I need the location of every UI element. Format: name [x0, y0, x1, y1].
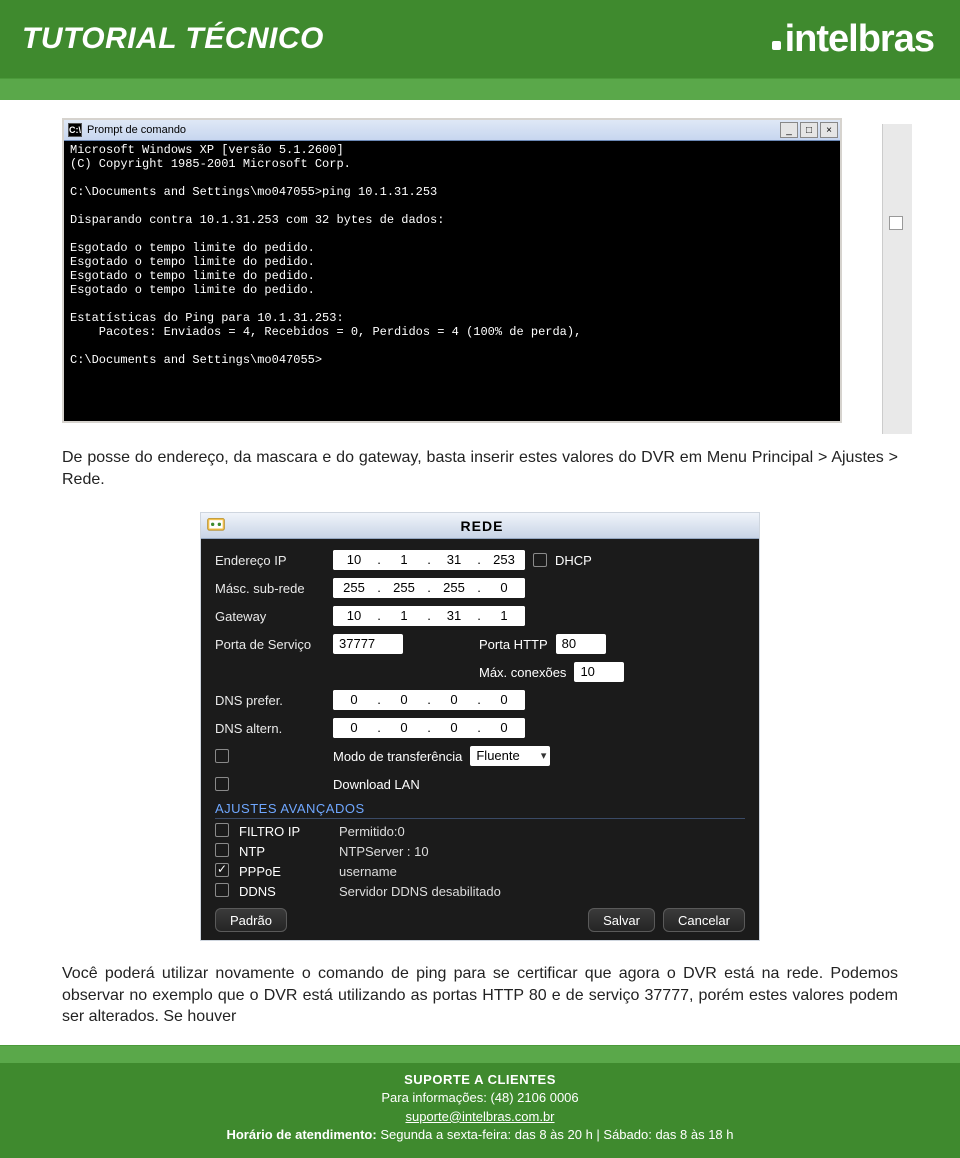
mode-select[interactable]: Fluente — [470, 746, 550, 766]
cancel-button[interactable]: Cancelar — [663, 908, 745, 932]
mode-checkbox[interactable] — [215, 749, 229, 763]
rede-titlebar: REDE — [201, 513, 759, 539]
footer-phone: (48) 2106 0006 — [490, 1090, 578, 1105]
adv-list: FILTRO IP Permitido:0 NTP NTPServer : 10 PPP… — [215, 823, 745, 900]
mask-field[interactable]: 255. 255. 255. 0 — [333, 578, 525, 598]
label-mode: Modo de transferência — [333, 749, 462, 764]
http-port-field[interactable]: 80 — [556, 634, 606, 654]
minimize-button[interactable]: _ — [780, 122, 798, 138]
paragraph-2: Você poderá utilizar novamente o comando… — [62, 963, 898, 1028]
cmd-titlebar: C:\ Prompt de comando _ □ × — [64, 120, 840, 141]
maximize-button[interactable]: □ — [800, 122, 818, 138]
dns2-field[interactable]: 0. 0. 0. 0 — [333, 718, 525, 738]
adv-status: Permitido:0 — [339, 824, 405, 839]
gateway-field[interactable]: 10. 1. 31. 1 — [333, 606, 525, 626]
brand-logo: intelbras — [771, 18, 934, 61]
download-lan-checkbox[interactable] — [215, 777, 229, 791]
adv-name: PPPoE — [239, 864, 329, 879]
adv-item[interactable]: PPPoE username — [215, 863, 745, 880]
page-body: C:\ Prompt de comando _ □ × Microsoft Wi… — [0, 100, 960, 1028]
dhcp-checkbox[interactable] — [533, 553, 547, 567]
adv-item[interactable]: DDNS Servidor DDNS desabilitado — [215, 883, 745, 900]
cmd-output: Microsoft Windows XP [versão 5.1.2600] (… — [64, 141, 840, 421]
label-gateway: Gateway — [215, 609, 325, 624]
footer-hours: Segunda a sexta-feira: das 8 às 20 h | S… — [380, 1127, 733, 1142]
adv-status: Servidor DDNS desabilitado — [339, 884, 501, 899]
cmd-screenshot: C:\ Prompt de comando _ □ × Microsoft Wi… — [62, 118, 898, 423]
adv-checkbox[interactable] — [215, 823, 229, 837]
brand-dot-icon — [772, 41, 781, 50]
adv-item[interactable]: NTP NTPServer : 10 — [215, 843, 745, 860]
save-button[interactable]: Salvar — [588, 908, 655, 932]
svc-port-field[interactable]: 37777 — [333, 634, 403, 654]
doc-header: TUTORIAL TÉCNICO intelbras — [0, 0, 960, 78]
cmd-window-title: Prompt de comando — [87, 124, 186, 136]
adv-item[interactable]: FILTRO IP Permitido:0 — [215, 823, 745, 840]
footer-content: SUPORTE A CLIENTES Para informações: (48… — [0, 1063, 960, 1158]
adv-checkbox[interactable] — [215, 863, 229, 877]
max-conn-field[interactable]: 10 — [574, 662, 624, 682]
cmd-icon: C:\ — [68, 123, 82, 137]
rede-body: Endereço IP 10. 1. 31. 253 DHCP Másc. su… — [201, 539, 759, 940]
footer-email-link[interactable]: suporte@intelbras.com.br — [405, 1109, 554, 1124]
adv-name: DDNS — [239, 884, 329, 899]
adv-status: username — [339, 864, 397, 879]
adv-name: NTP — [239, 844, 329, 859]
footer-accent-bar — [0, 1045, 960, 1063]
label-dns1: DNS prefer. — [215, 693, 325, 708]
label-dns2: DNS altern. — [215, 721, 325, 736]
background-glyph — [889, 216, 903, 230]
label-download-lan: Download LAN — [333, 777, 420, 792]
dns1-field[interactable]: 0. 0. 0. 0 — [333, 690, 525, 710]
cmd-window: C:\ Prompt de comando _ □ × Microsoft Wi… — [62, 118, 842, 423]
dialog-button-row: Padrão Salvar Cancelar — [215, 908, 745, 932]
background-app-sliver — [882, 124, 912, 434]
header-accent-bar — [0, 78, 960, 100]
adv-checkbox[interactable] — [215, 843, 229, 857]
doc-title: TUTORIAL TÉCNICO — [22, 22, 324, 56]
close-button[interactable]: × — [820, 122, 838, 138]
adv-section-title: AJUSTES AVANÇADOS — [215, 801, 745, 819]
label-mask: Másc. sub-rede — [215, 581, 325, 596]
rede-title: REDE — [205, 518, 759, 534]
paragraph-1: De posse do endereço, da mascara e do ga… — [62, 447, 898, 490]
label-http-port: Porta HTTP — [479, 637, 548, 652]
label-dhcp: DHCP — [555, 553, 592, 568]
label-max-conn: Máx. conexões — [479, 665, 566, 680]
doc-footer: SUPORTE A CLIENTES Para informações: (48… — [0, 1045, 960, 1158]
ip-field[interactable]: 10. 1. 31. 253 — [333, 550, 525, 570]
adv-checkbox[interactable] — [215, 883, 229, 897]
rede-dialog: REDE Endereço IP 10. 1. 31. 253 DHCP Más… — [200, 512, 760, 941]
default-button[interactable]: Padrão — [215, 908, 287, 932]
footer-title: SUPORTE A CLIENTES — [0, 1071, 960, 1089]
label-svc-port: Porta de Serviço — [215, 637, 325, 652]
label-ip: Endereço IP — [215, 553, 325, 568]
adv-name: FILTRO IP — [239, 824, 329, 839]
adv-status: NTPServer : 10 — [339, 844, 429, 859]
